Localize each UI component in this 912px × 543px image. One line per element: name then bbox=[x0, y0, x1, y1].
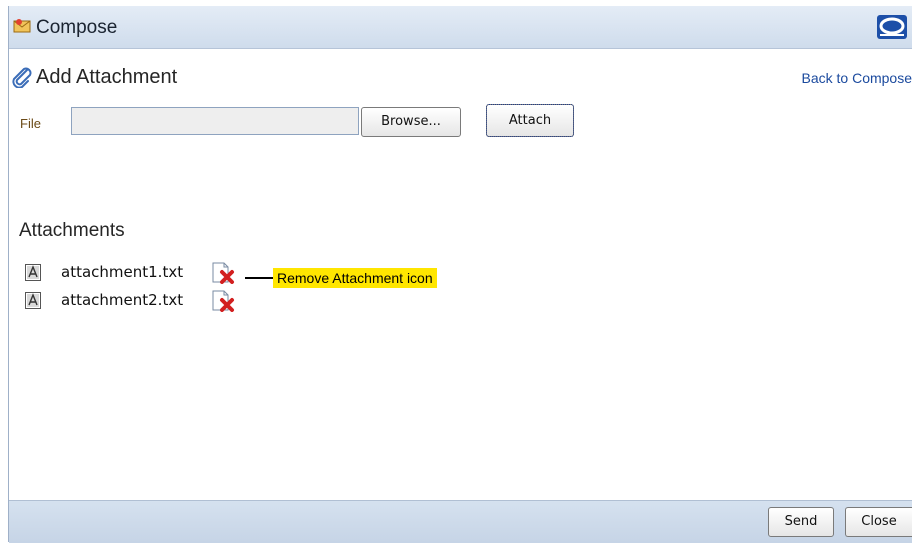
attach-button[interactable]: Attach bbox=[486, 104, 574, 137]
add-attachment-panel: Add Attachment Back to Compose File Brow… bbox=[9, 49, 912, 500]
file-label: File bbox=[20, 116, 41, 131]
close-button[interactable]: Close bbox=[845, 507, 912, 537]
send-button[interactable]: Send bbox=[768, 507, 834, 537]
compose-envelope-icon bbox=[13, 18, 31, 33]
paperclip-icon bbox=[11, 66, 33, 88]
remove-attachment-icon[interactable] bbox=[211, 290, 237, 312]
callout-leader-line bbox=[245, 277, 273, 279]
title-bar: Compose bbox=[9, 6, 912, 49]
compose-window: Compose Add Attachment Back to Compose F… bbox=[8, 6, 912, 542]
attachments-heading: Attachments bbox=[19, 220, 125, 242]
back-to-compose-link[interactable]: Back to Compose bbox=[802, 70, 912, 86]
text-file-icon bbox=[25, 264, 41, 281]
oracle-logo-icon bbox=[877, 15, 907, 39]
text-file-icon bbox=[25, 292, 41, 309]
footer-bar: Send Close bbox=[9, 500, 912, 543]
page-title: Add Attachment bbox=[36, 66, 177, 89]
window-title: Compose bbox=[36, 17, 117, 39]
attachment-name: attachment1.txt bbox=[61, 263, 183, 281]
attachment-name: attachment2.txt bbox=[61, 291, 183, 309]
file-path-input[interactable] bbox=[71, 107, 359, 135]
callout-label: Remove Attachment icon bbox=[273, 268, 437, 288]
remove-attachment-icon[interactable] bbox=[211, 262, 237, 284]
browse-button[interactable]: Browse... bbox=[361, 107, 461, 137]
